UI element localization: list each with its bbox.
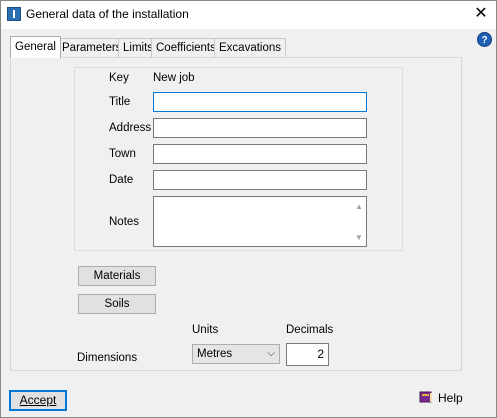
book-icon <box>419 391 432 403</box>
tab-coefficients[interactable]: Coefficients <box>151 38 221 58</box>
units-select[interactable]: Metres ⌵ <box>192 344 280 364</box>
tab-general[interactable]: General <box>10 36 61 58</box>
chevron-down-icon: ⌵ <box>267 348 275 359</box>
key-value: New job <box>153 72 195 84</box>
key-label: Key <box>109 72 129 84</box>
window-title: General data of the installation <box>26 7 189 21</box>
units-label: Units <box>192 324 219 336</box>
tab-excavations[interactable]: Excavations <box>214 38 287 58</box>
help-icon[interactable]: ? <box>477 32 492 47</box>
town-label: Town <box>109 148 136 160</box>
scroll-down-icon[interactable]: ▼ <box>355 234 363 242</box>
decimals-field[interactable]: 2 <box>286 343 329 366</box>
address-label: Address <box>109 122 152 134</box>
dialog-window: General data of the installation ✕ ? Gen… <box>0 0 497 418</box>
app-icon <box>7 7 21 21</box>
notes-field[interactable]: ▲ ▼ <box>153 196 367 247</box>
materials-button[interactable]: Materials <box>78 266 156 286</box>
close-icon[interactable]: ✕ <box>470 3 492 25</box>
title-label: Title <box>109 96 131 108</box>
units-value: Metres <box>197 348 233 360</box>
date-field[interactable] <box>153 170 367 190</box>
soils-button[interactable]: Soils <box>78 294 156 314</box>
title-field[interactable] <box>153 92 367 112</box>
help-label: Help <box>438 391 463 405</box>
accept-button[interactable]: Accept <box>9 390 67 411</box>
town-field[interactable] <box>153 144 367 164</box>
notes-label: Notes <box>109 216 140 228</box>
title-bar: General data of the installation ✕ <box>1 1 496 29</box>
dimensions-label: Dimensions <box>77 352 138 364</box>
date-label: Date <box>109 174 134 186</box>
scroll-up-icon[interactable]: ▲ <box>355 203 363 211</box>
decimals-label: Decimals <box>286 324 334 336</box>
tab-parameters[interactable]: Parameters <box>57 38 127 58</box>
address-field[interactable] <box>153 118 367 138</box>
